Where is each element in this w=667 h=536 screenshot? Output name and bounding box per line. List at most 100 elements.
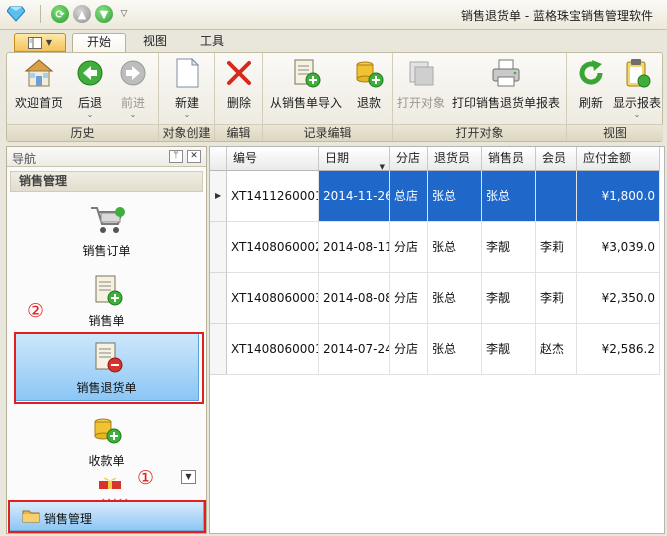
new-document-icon xyxy=(171,57,203,89)
close-icon[interactable]: ✕ xyxy=(187,150,201,163)
grid-corner xyxy=(210,147,227,171)
cell-member[interactable]: 李莉 xyxy=(536,222,577,273)
welcome-home-label: 欢迎首页 xyxy=(14,96,63,110)
cell-amount[interactable]: ¥3,039.0 xyxy=(577,222,660,273)
tab-tools[interactable]: 工具 xyxy=(186,33,238,52)
new-dropdown-chevron-icon[interactable]: ⌄ xyxy=(163,111,211,119)
cell-amount[interactable]: ¥1,800.0 xyxy=(577,171,660,222)
pin-icon[interactable]: ᛘ xyxy=(169,150,183,163)
down-quick-icon[interactable]: ▼ xyxy=(95,5,113,23)
col-header-date[interactable]: 日期 ▼ xyxy=(319,147,390,171)
forward-button[interactable]: 前进 ⌄ xyxy=(111,57,155,119)
cell-number[interactable]: XT1408060001 xyxy=(227,324,319,375)
cell-branch[interactable]: 分店 xyxy=(390,324,428,375)
cell-member[interactable] xyxy=(536,171,577,222)
col-header-number[interactable]: 编号 xyxy=(227,147,319,171)
chevron-down-icon: ▼ xyxy=(45,38,53,47)
cell-salesperson[interactable]: 李靓 xyxy=(482,273,536,324)
coins-add-icon xyxy=(89,413,125,447)
row-indicator[interactable] xyxy=(210,273,227,324)
nav-group-title: 销售管理 xyxy=(10,171,203,192)
up-quick-icon[interactable]: ▲ xyxy=(73,5,91,23)
col-header-return-staff[interactable]: 退货员 xyxy=(428,147,482,171)
title-bar: ⟳ ▲ ▼ ▽ 销售退货单 - 蓝格珠宝销售管理软件 xyxy=(0,0,667,30)
show-report-label: 显示报表 xyxy=(612,96,661,110)
delete-button[interactable]: 删除 xyxy=(219,57,259,111)
forward-dropdown-chevron-icon[interactable]: ⌄ xyxy=(111,111,155,119)
nav-item-sales-order[interactable]: 销售订单 xyxy=(14,203,199,265)
customize-toolbar-chevron-icon[interactable]: ▽ xyxy=(117,5,131,23)
open-object-label: 打开对象 xyxy=(396,96,445,110)
cell-date[interactable]: 2014-08-11 xyxy=(319,222,390,273)
app-gem-icon[interactable] xyxy=(6,5,26,23)
cell-member[interactable]: 赵杰 xyxy=(536,324,577,375)
cell-date[interactable]: 2014-11-26 xyxy=(319,171,390,222)
col-header-member[interactable]: 会员 xyxy=(536,147,577,171)
shopping-cart-icon xyxy=(89,203,125,237)
open-object-button[interactable]: 打开对象 xyxy=(395,57,447,111)
col-header-salesperson[interactable]: 销售员 xyxy=(482,147,536,171)
new-button[interactable]: 新建 ⌄ xyxy=(163,57,211,119)
cell-salesperson[interactable]: 李靓 xyxy=(482,324,536,375)
cell-number[interactable]: XT1408060002 xyxy=(227,222,319,273)
row-indicator[interactable]: ▶ xyxy=(210,171,227,222)
forward-arrow-icon xyxy=(117,57,149,89)
cell-branch[interactable]: 总店 xyxy=(390,171,428,222)
group-view: 刷新 显示报表 ⌄ 视图 xyxy=(567,53,663,141)
group-object-create: 新建 ⌄ 对象创建 xyxy=(159,53,215,141)
welcome-home-button[interactable]: 欢迎首页 xyxy=(11,57,67,111)
refresh-button[interactable]: 刷新 xyxy=(571,57,611,111)
cell-branch[interactable]: 分店 xyxy=(390,222,428,273)
app-menu-icon xyxy=(27,36,42,49)
print-return-report-button[interactable]: 打印销售退货单报表 xyxy=(449,57,563,111)
row-indicator[interactable] xyxy=(210,324,227,375)
import-from-sales-button[interactable]: 从销售单导入 xyxy=(267,57,345,111)
coins-add-icon xyxy=(353,57,385,89)
open-object-icon xyxy=(405,57,437,89)
navigation-pane: 导航 ᛘ ✕ 销售管理 销售订单 销售单 销售退货单 收款单 ② ① ▼ 销售管… xyxy=(6,146,207,534)
cell-number[interactable]: XT1408060003 xyxy=(227,273,319,324)
group-label-open-object: 打开对象 xyxy=(393,124,566,141)
refresh-quick-icon[interactable]: ⟳ xyxy=(51,5,69,23)
back-button[interactable]: 后退 ⌄ xyxy=(69,57,111,119)
nav-scroll-down-chevron-icon[interactable]: ▼ xyxy=(181,470,196,484)
cell-branch[interactable]: 分店 xyxy=(390,273,428,324)
col-header-branch[interactable]: 分店 xyxy=(390,147,428,171)
nav-item-receipt[interactable]: 收款单 xyxy=(14,413,199,475)
cell-date[interactable]: 2014-07-24 xyxy=(319,324,390,375)
cell-salesperson[interactable]: 李靓 xyxy=(482,222,536,273)
annotation-2: ② xyxy=(27,300,45,322)
cell-member[interactable]: 李莉 xyxy=(536,273,577,324)
refresh-icon xyxy=(575,57,607,89)
highlight-box-sales-management xyxy=(8,500,206,533)
tab-start[interactable]: 开始 xyxy=(72,33,126,53)
clipboard-report-icon xyxy=(621,57,653,89)
group-label-record-edit: 记录编辑 xyxy=(263,124,392,141)
sales-document-icon xyxy=(89,273,125,307)
tab-view[interactable]: 视图 xyxy=(130,33,180,52)
group-record-edit: 从销售单导入 退款 记录编辑 xyxy=(263,53,393,141)
cell-return-staff[interactable]: 张总 xyxy=(428,324,482,375)
show-report-button[interactable]: 显示报表 ⌄ xyxy=(611,57,663,119)
import-document-icon xyxy=(290,57,322,89)
row-indicator[interactable] xyxy=(210,222,227,273)
cell-amount[interactable]: ¥2,586.2 xyxy=(577,324,660,375)
refresh-label: 刷新 xyxy=(578,96,603,110)
cell-number[interactable]: XT1411260001 xyxy=(227,171,319,222)
cell-return-staff[interactable]: 张总 xyxy=(428,273,482,324)
cell-return-staff[interactable]: 张总 xyxy=(428,171,482,222)
col-header-date-label: 日期 xyxy=(325,151,350,165)
app-menu-button[interactable]: ▼ xyxy=(14,33,66,52)
refund-button[interactable]: 退款 xyxy=(349,57,389,111)
import-from-sales-label: 从销售单导入 xyxy=(269,96,342,110)
annotation-1: ① xyxy=(137,467,155,489)
nav-item-label: 销售订单 xyxy=(82,244,131,258)
col-header-amount-payable[interactable]: 应付金额 xyxy=(577,147,660,171)
show-report-dropdown-chevron-icon[interactable]: ⌄ xyxy=(611,111,663,119)
cell-date[interactable]: 2014-08-08 xyxy=(319,273,390,324)
cell-salesperson[interactable]: 张总 xyxy=(482,171,536,222)
back-dropdown-chevron-icon[interactable]: ⌄ xyxy=(69,111,111,119)
data-grid: 编号 日期 ▼ 分店 退货员 销售员 会员 应付金额 ▶ XT141126000… xyxy=(209,146,665,534)
cell-return-staff[interactable]: 张总 xyxy=(428,222,482,273)
cell-amount[interactable]: ¥2,350.0 xyxy=(577,273,660,324)
